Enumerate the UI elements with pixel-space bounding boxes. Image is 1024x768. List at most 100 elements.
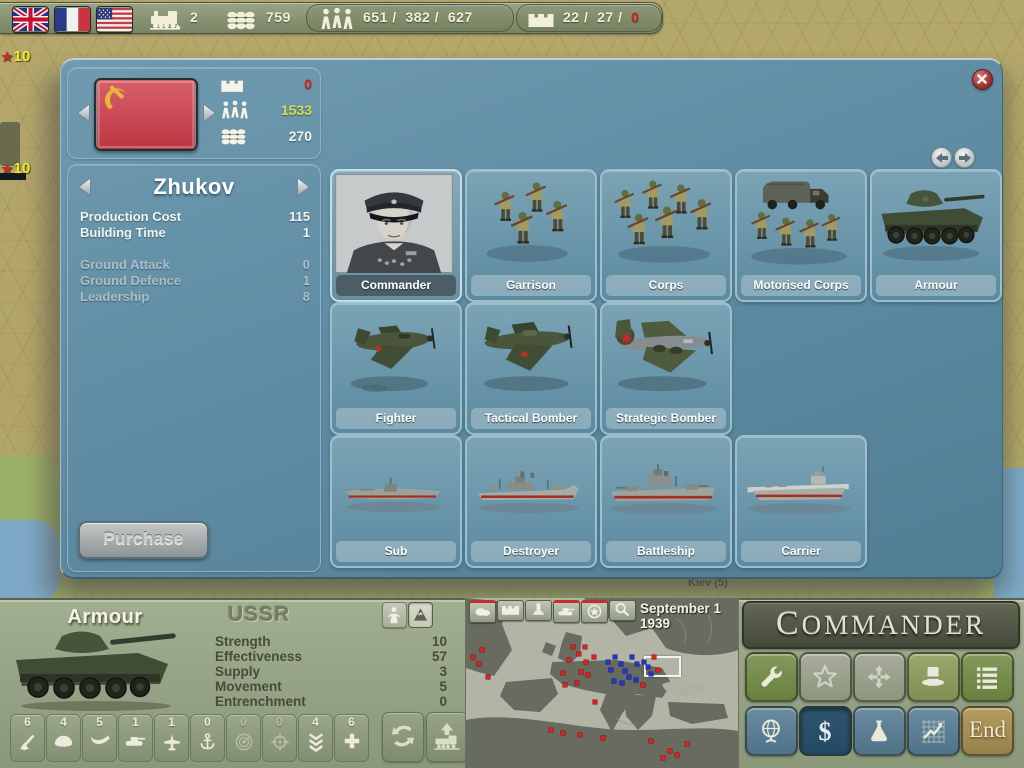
minimap-unit-dot <box>477 662 481 666</box>
unit-grid: Commander Garrison Corps Motorised Corps… <box>330 169 998 569</box>
stat-row: Supply3 <box>215 664 447 679</box>
unit-card-sub[interactable]: Sub <box>330 435 462 568</box>
close-button[interactable] <box>972 69 993 90</box>
map-unit-value: ★10 <box>1 160 30 177</box>
anti-tank-gun-icon <box>18 732 38 752</box>
map-unit-value: ★10 <box>1 48 30 65</box>
manpower-pill: 651 / 382 / 627 <box>306 4 514 32</box>
world-button[interactable] <box>745 706 798 756</box>
unit-card-battleship[interactable]: Battleship <box>600 435 732 568</box>
selected-unit-art <box>6 624 196 712</box>
minimap-unit-dot <box>656 668 660 672</box>
badge-artillery: 0 <box>262 714 297 762</box>
minimap-unit-dot <box>685 742 689 746</box>
radar-icon <box>234 732 254 752</box>
infantry-mode-button[interactable] <box>382 602 407 628</box>
minimap-unit-dot <box>586 673 590 677</box>
cloud-icon <box>473 604 492 618</box>
minimap-unit-dot <box>619 662 623 666</box>
minimap-unit-dot <box>642 660 646 664</box>
statistics-button[interactable] <box>907 706 960 756</box>
stat-row: Effectiveness57 <box>215 649 447 664</box>
minimap-toggle-resources[interactable] <box>497 600 524 621</box>
game-logo: COMMANDER <box>742 601 1020 649</box>
unit-card-carrier[interactable]: Carrier <box>735 435 867 568</box>
unit-card-commander[interactable]: Commander <box>330 169 462 302</box>
strategic-bomber-sprite <box>604 306 724 406</box>
diving-bird-icon <box>89 732 111 749</box>
diplomacy-button[interactable] <box>907 652 960 702</box>
battleship-sprite <box>604 439 724 539</box>
france-flag[interactable] <box>54 6 91 33</box>
end-turn-button[interactable]: End <box>961 706 1014 756</box>
next-country-button[interactable] <box>201 102 218 124</box>
game-date: September 1 1939 <box>640 601 738 631</box>
prev-country-button[interactable] <box>75 102 92 124</box>
rail-icon <box>150 7 182 30</box>
unit-card-armour[interactable]: Armour <box>870 169 1002 302</box>
wrench-icon <box>758 664 784 690</box>
close-icon <box>977 74 987 84</box>
minimap-unit-dot <box>661 756 665 760</box>
unit-card-tactical-bomber[interactable]: Tactical Bomber <box>465 302 597 435</box>
stat-row: Building Time1 <box>80 225 310 240</box>
reports-button[interactable] <box>961 652 1014 702</box>
unit-card-garrison[interactable]: Garrison <box>465 169 597 302</box>
sub-sprite <box>334 439 454 539</box>
minimap-unit-dot <box>641 683 645 687</box>
rail-value: 2 <box>190 9 198 25</box>
elite-button[interactable] <box>799 652 852 702</box>
minimap-unit-dot <box>561 671 565 675</box>
back-button[interactable] <box>931 147 952 168</box>
minimap-unit-dot <box>635 662 639 666</box>
crosshair-icon <box>270 732 290 752</box>
research-button[interactable] <box>853 706 906 756</box>
unit-card-destroyer[interactable]: Destroyer <box>465 435 597 568</box>
minimap-toggle-units[interactable] <box>553 600 580 623</box>
minimap-toggle-flags[interactable] <box>581 600 608 623</box>
minimap-zoom-button[interactable] <box>609 600 636 621</box>
upgrade-transport-button[interactable] <box>426 712 468 762</box>
anchor-icon <box>198 732 217 752</box>
unit-card-strategic-bomber[interactable]: Strategic Bomber <box>600 302 732 435</box>
stat-row: Leadership8 <box>80 289 310 304</box>
motorised-corps-sprite <box>739 173 859 273</box>
top-resource-bar: 2 759 651 / 382 / 627 22 / 27 / 0 <box>0 2 663 34</box>
forward-button[interactable] <box>954 147 975 168</box>
reinforce-button[interactable] <box>382 712 424 762</box>
terrain-mode-button[interactable] <box>408 602 433 628</box>
fighter-sprite <box>334 306 454 406</box>
minimap-unit-dot <box>613 655 617 659</box>
minimap-toggle-weather[interactable] <box>469 600 496 623</box>
unit-card-corps[interactable]: Corps <box>600 169 732 302</box>
prev-item-button[interactable] <box>76 176 93 198</box>
stat-row: Ground Defence1 <box>80 273 310 288</box>
move-button[interactable] <box>853 652 906 702</box>
badge-radar: 0 <box>226 714 261 762</box>
badge-infantry: 4 <box>46 714 81 762</box>
unit-card-fighter[interactable]: Fighter <box>330 302 462 435</box>
magnifier-icon <box>613 602 632 617</box>
train-up-icon <box>433 722 461 750</box>
minimap-unit-dot <box>593 700 597 704</box>
minimap-toggle-cities[interactable] <box>525 600 552 621</box>
country-manpower: 1533 <box>220 102 312 118</box>
next-item-button[interactable] <box>295 176 312 198</box>
purchase-screen-button[interactable]: $ <box>799 706 852 756</box>
unit-card-motorised-corps[interactable]: Motorised Corps <box>735 169 867 302</box>
minimap-unit-dot <box>634 678 638 682</box>
minimap-unit-dot <box>675 753 679 757</box>
badge-air-attack: 5 <box>82 714 117 762</box>
minimap-unit-dot <box>584 660 588 664</box>
purchase-button[interactable]: Purchase <box>78 521 209 559</box>
carrier-sprite <box>739 439 859 539</box>
uk-flag[interactable] <box>12 6 49 33</box>
selection-panel: Zhukov Production Cost115 Building Time1… <box>67 164 321 572</box>
stat-row: Strength10 <box>215 634 447 649</box>
repair-button[interactable] <box>745 652 798 702</box>
minimap-unit-dot <box>486 675 490 679</box>
minimap[interactable]: September 1 1939 <box>465 598 739 768</box>
production-value: 22 / 27 / 0 <box>563 9 640 25</box>
usa-flag[interactable] <box>96 6 133 33</box>
oil-icon <box>226 8 256 31</box>
